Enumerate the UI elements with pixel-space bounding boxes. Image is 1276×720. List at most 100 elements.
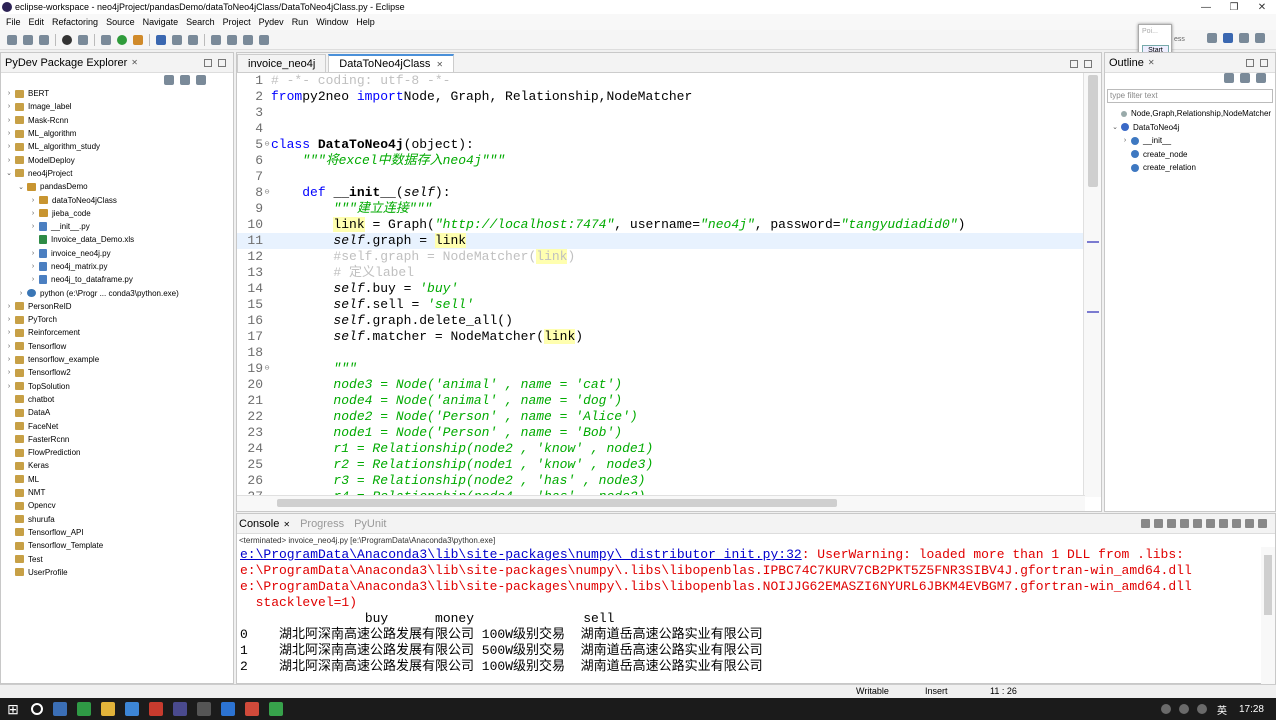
debug-perspective-icon[interactable] — [1255, 33, 1265, 43]
tree-item[interactable]: › python (e:\Progr ... conda3\python.exe) — [1, 286, 233, 299]
ime-indicator[interactable]: 英 — [1217, 702, 1227, 717]
minimize-button[interactable]: — — [1192, 2, 1220, 13]
expand-toggle-icon[interactable]: › — [29, 197, 37, 204]
outline-item[interactable]: create_node — [1105, 148, 1275, 162]
new-icon[interactable] — [7, 34, 17, 45]
fold-toggle-icon[interactable]: ⊖ — [263, 137, 271, 153]
outline-item[interactable]: Node,Graph,Relationship,NodeMatcher — [1105, 107, 1275, 121]
console-close-icon[interactable]: ✕ — [283, 520, 290, 529]
hide-fields-icon[interactable] — [1240, 73, 1250, 83]
fold-toggle-icon[interactable] — [263, 169, 271, 185]
fold-toggle-icon[interactable] — [263, 153, 271, 169]
outline-item[interactable]: › __init__ — [1105, 134, 1275, 148]
tree-item[interactable]: Test — [1, 552, 233, 565]
expand-toggle-icon[interactable]: › — [5, 103, 13, 110]
outline-item[interactable]: create_relation — [1105, 161, 1275, 175]
terminal-icon[interactable] — [78, 34, 88, 45]
taskbar-clock[interactable]: 17:28 — [1239, 704, 1264, 715]
tree-item[interactable]: › dataToNeo4jClass — [1, 193, 233, 206]
explorer-close-icon[interactable]: ✕ — [131, 58, 138, 67]
open-type-icon[interactable] — [156, 34, 166, 45]
file-explorer-icon[interactable] — [101, 702, 115, 716]
pydev-perspective-icon[interactable] — [1223, 33, 1233, 43]
hide-static-icon[interactable] — [1256, 73, 1266, 83]
next-annotation-icon[interactable] — [211, 34, 221, 45]
tree-item[interactable]: › ML_algorithm — [1, 127, 233, 140]
expand-toggle-icon[interactable]: › — [29, 223, 37, 230]
maximize-view-icon[interactable] — [218, 58, 226, 67]
task-view-icon[interactable] — [53, 702, 67, 716]
tree-item[interactable]: ⌄ pandasDemo — [1, 180, 233, 193]
tree-item[interactable]: FlowPrediction — [1, 446, 233, 459]
editor-tab[interactable]: invoice_neo4j — [237, 54, 327, 72]
menu-refactoring[interactable]: Refactoring — [48, 17, 102, 27]
pin-icon[interactable] — [1219, 519, 1228, 528]
tray-volume-icon[interactable] — [1178, 704, 1189, 714]
close-window-button[interactable]: ✕ — [1248, 2, 1276, 13]
app3-icon[interactable] — [245, 702, 259, 716]
tree-item[interactable]: Tensorflow_API — [1, 526, 233, 539]
maximize-outline-icon[interactable] — [1260, 58, 1268, 67]
tree-item[interactable]: › Tensorflow2 — [1, 366, 233, 379]
tree-item[interactable]: ML — [1, 473, 233, 486]
fold-toggle-icon[interactable] — [263, 217, 271, 233]
fold-toggle-icon[interactable] — [263, 201, 271, 217]
app2-icon[interactable] — [221, 702, 235, 716]
app4-icon[interactable] — [269, 702, 283, 716]
tab-close-icon[interactable]: ✕ — [436, 60, 443, 69]
minimize-icon[interactable] — [1245, 519, 1254, 528]
outline-item[interactable]: ⌄ DataToNeo4j — [1105, 121, 1275, 135]
console-link[interactable]: e:\ProgramData\Anaconda3\lib\site-packag… — [240, 547, 802, 562]
tree-item[interactable]: Opencv — [1, 499, 233, 512]
tree-item[interactable]: › Reinforcement — [1, 326, 233, 339]
expand-toggle-icon[interactable]: › — [5, 143, 13, 150]
remove-all-icon[interactable] — [1167, 519, 1176, 528]
tree-item[interactable]: › PyTorch — [1, 313, 233, 326]
prev-annotation-icon[interactable] — [227, 34, 237, 45]
search-icon[interactable] — [172, 34, 182, 45]
menu-edit[interactable]: Edit — [25, 17, 49, 27]
expand-toggle-icon[interactable]: › — [17, 290, 25, 297]
console-scrollbar[interactable] — [1261, 547, 1275, 685]
expand-toggle-icon[interactable]: › — [5, 383, 13, 390]
tree-item[interactable]: FaceNet — [1, 419, 233, 432]
expand-toggle-icon[interactable]: › — [1121, 137, 1129, 144]
fold-toggle-icon[interactable] — [263, 297, 271, 313]
tree-item[interactable]: Tensorflow_Template — [1, 539, 233, 552]
tree-item[interactable]: › neo4j_matrix.py — [1, 260, 233, 273]
overview-ruler[interactable] — [1083, 73, 1101, 497]
menu-search[interactable]: Search — [182, 17, 219, 27]
expand-toggle-icon[interactable]: › — [29, 250, 37, 257]
remove-launch-icon[interactable] — [1154, 519, 1163, 528]
tree-item[interactable]: › ML_algorithm_study — [1, 140, 233, 153]
tree-item[interactable]: NMT — [1, 486, 233, 499]
fold-toggle-icon[interactable] — [263, 265, 271, 281]
tree-item[interactable]: › Tensorflow — [1, 340, 233, 353]
fold-toggle-icon[interactable] — [263, 457, 271, 473]
expand-toggle-icon[interactable]: › — [29, 210, 37, 217]
fold-toggle-icon[interactable] — [263, 89, 271, 105]
fold-toggle-icon[interactable] — [263, 233, 271, 249]
mark-icon[interactable] — [188, 34, 198, 45]
console-tab-console[interactable]: Console ✕ — [239, 518, 290, 530]
maximize-button[interactable]: ❐ — [1220, 2, 1248, 13]
minimize-view-icon[interactable] — [204, 58, 212, 67]
tree-item[interactable]: › Image_label — [1, 100, 233, 113]
fold-toggle-icon[interactable] — [263, 425, 271, 441]
expand-toggle-icon[interactable]: › — [5, 343, 13, 350]
tray-network-icon[interactable] — [1160, 704, 1171, 714]
expand-toggle-icon[interactable]: › — [5, 130, 13, 137]
tree-item[interactable]: › jieba_code — [1, 207, 233, 220]
browser-icon[interactable] — [77, 702, 91, 716]
expand-toggle-icon[interactable]: › — [5, 369, 13, 376]
maximize-icon[interactable] — [1258, 519, 1267, 528]
view-menu-icon[interactable] — [196, 75, 206, 85]
save-icon[interactable] — [23, 34, 33, 45]
tree-item[interactable]: ⌄ neo4jProject — [1, 167, 233, 180]
tree-item[interactable]: › tensorflow_example — [1, 353, 233, 366]
tree-item[interactable]: › BERT — [1, 87, 233, 100]
tree-item[interactable]: › PersonReID — [1, 300, 233, 313]
fold-toggle-icon[interactable] — [263, 73, 271, 89]
debug-icon[interactable] — [101, 34, 111, 45]
fold-toggle-icon[interactable] — [263, 377, 271, 393]
